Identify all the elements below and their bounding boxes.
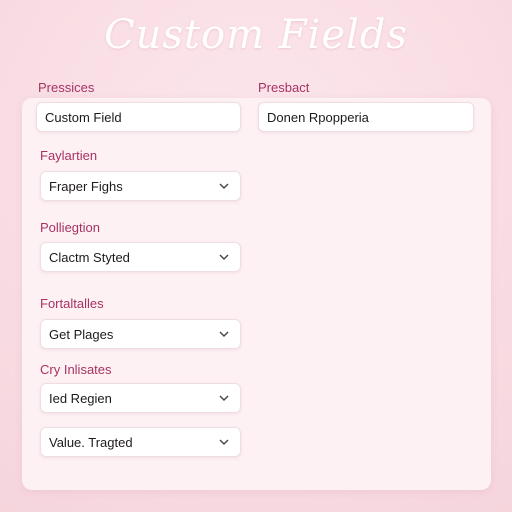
value-tragted-select-value: Value. Tragted xyxy=(49,434,133,450)
field-label-pressices: Pressices xyxy=(38,80,95,95)
custom-field-input[interactable]: Custom Field xyxy=(36,102,241,132)
chevron-down-icon xyxy=(218,392,230,404)
value-tragted-select[interactable]: Value. Tragted xyxy=(40,427,241,457)
polliegtion-select-value: Clactm Styted xyxy=(49,249,130,265)
field-label-fortaltalles: Fortaltalles xyxy=(40,296,104,311)
chevron-down-icon xyxy=(218,180,230,192)
chevron-down-icon xyxy=(218,251,230,263)
field-label-polliegtion: Polliegtion xyxy=(40,220,100,235)
fortaltalles-select-value: Get Plages xyxy=(49,326,114,342)
cry-inlisates-select-value: Ied Regien xyxy=(49,390,112,406)
presbact-input[interactable]: Donen Rpopperia xyxy=(258,102,474,132)
field-label-cry-inlisates: Cry Inlisates xyxy=(40,362,112,377)
presbact-input-value: Donen Rpopperia xyxy=(267,109,369,125)
cry-inlisates-select[interactable]: Ied Regien xyxy=(40,383,241,413)
fortaltalles-select[interactable]: Get Plages xyxy=(40,319,241,349)
chevron-down-icon xyxy=(218,436,230,448)
field-label-presbact: Presbact xyxy=(258,80,310,95)
page-title: Custom Fields xyxy=(104,12,408,58)
faylartien-select[interactable]: Fraper Fighs xyxy=(40,171,241,201)
field-label-faylartien: Faylartien xyxy=(40,148,98,163)
faylartien-select-value: Fraper Fighs xyxy=(49,178,123,194)
custom-field-input-value: Custom Field xyxy=(45,109,122,125)
chevron-down-icon xyxy=(218,328,230,340)
polliegtion-select[interactable]: Clactm Styted xyxy=(40,242,241,272)
